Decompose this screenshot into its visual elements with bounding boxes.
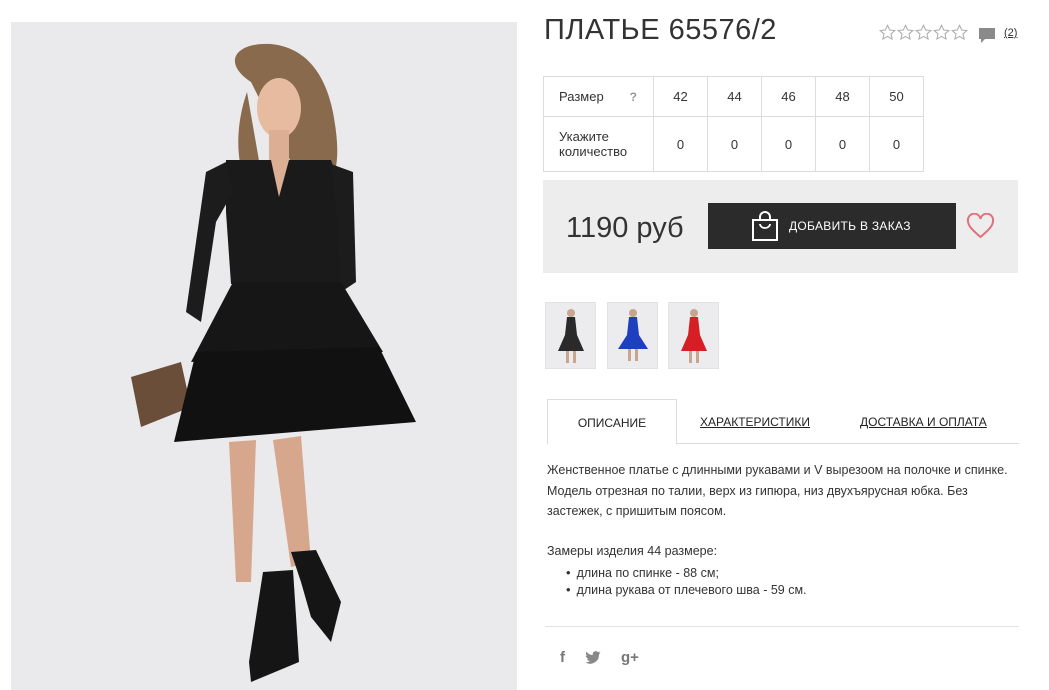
google-plus-icon[interactable]: g+ [621, 649, 639, 666]
measurements-title: Замеры изделия 44 размере: [547, 544, 718, 558]
shopping-bag-icon [752, 211, 778, 241]
star-icon[interactable] [933, 24, 950, 41]
twitter-icon[interactable] [585, 651, 601, 664]
star-icon[interactable] [915, 24, 932, 41]
rating-stars[interactable] [879, 24, 968, 41]
color-thumbnail-blue[interactable] [607, 302, 658, 369]
quantity-input[interactable]: 0 [707, 116, 762, 172]
divider [545, 626, 1019, 627]
share-links: f g+ [560, 649, 639, 666]
size-option[interactable]: 44 [707, 76, 762, 117]
quantity-label-cell: Укажите количество [543, 116, 654, 172]
dress-thumbnail-image [618, 309, 648, 361]
tab-description[interactable]: ОПИСАНИЕ [547, 399, 677, 445]
tab-characteristics[interactable]: ХАРАКТЕРИСТИКИ [700, 399, 810, 443]
size-option[interactable]: 48 [815, 76, 870, 117]
quantity-input[interactable]: 0 [761, 116, 816, 172]
size-option[interactable]: 46 [761, 76, 816, 117]
size-help-icon[interactable]: ? [630, 90, 637, 104]
color-thumbnail-black[interactable] [545, 302, 596, 369]
comment-icon[interactable] [978, 27, 996, 44]
dress-thumbnail-image [681, 309, 707, 363]
size-option[interactable]: 42 [653, 76, 708, 117]
price-bar: 1190 руб ДОБАВИТЬ В ЗАКАЗ [543, 180, 1018, 273]
quantity-label-line2: количество [559, 144, 628, 159]
add-to-order-label: ДОБАВИТЬ В ЗАКАЗ [789, 219, 911, 233]
size-label-cell: Размер ? [543, 76, 654, 117]
product-price: 1190 руб [566, 212, 684, 244]
dress-thumbnail-image [558, 309, 584, 363]
quantity-input[interactable]: 0 [815, 116, 870, 172]
size-row: Размер ? 42 44 46 48 50 [543, 76, 924, 117]
list-item: длина рукава от плечевого шва - 59 см. [566, 582, 807, 599]
star-icon[interactable] [897, 24, 914, 41]
product-main-photo[interactable] [11, 22, 517, 690]
size-table: Размер ? 42 44 46 48 50 Укажите количест… [543, 76, 924, 172]
facebook-icon[interactable]: f [560, 649, 565, 666]
star-icon[interactable] [951, 24, 968, 41]
tab-delivery-payment[interactable]: ДОСТАВКА И ОПЛАТА [860, 399, 987, 443]
star-icon[interactable] [879, 24, 896, 41]
size-label: Размер [559, 89, 604, 104]
quantity-input[interactable]: 0 [653, 116, 708, 172]
heart-icon[interactable] [966, 213, 995, 239]
measurements-list: длина по спинке - 88 см; длина рукава от… [566, 565, 807, 598]
color-thumbnail-red[interactable] [668, 302, 719, 369]
add-to-order-button[interactable]: ДОБАВИТЬ В ЗАКАЗ [708, 203, 956, 249]
review-count-link[interactable]: (2) [1004, 27, 1017, 39]
product-description: Женственное платье с длинными рукавами и… [547, 463, 1008, 518]
quantity-label-line1: Укажите [559, 129, 609, 144]
list-item: длина по спинке - 88 см; [566, 565, 807, 582]
product-tabs: ОПИСАНИЕ ХАРАКТЕРИСТИКИ ДОСТАВКА И ОПЛАТ… [547, 399, 1019, 445]
product-title: ПЛАТЬЕ 65576/2 [544, 14, 777, 46]
size-option[interactable]: 50 [869, 76, 924, 117]
quantity-row: Укажите количество 0 0 0 0 0 [543, 116, 924, 172]
quantity-input[interactable]: 0 [869, 116, 924, 172]
